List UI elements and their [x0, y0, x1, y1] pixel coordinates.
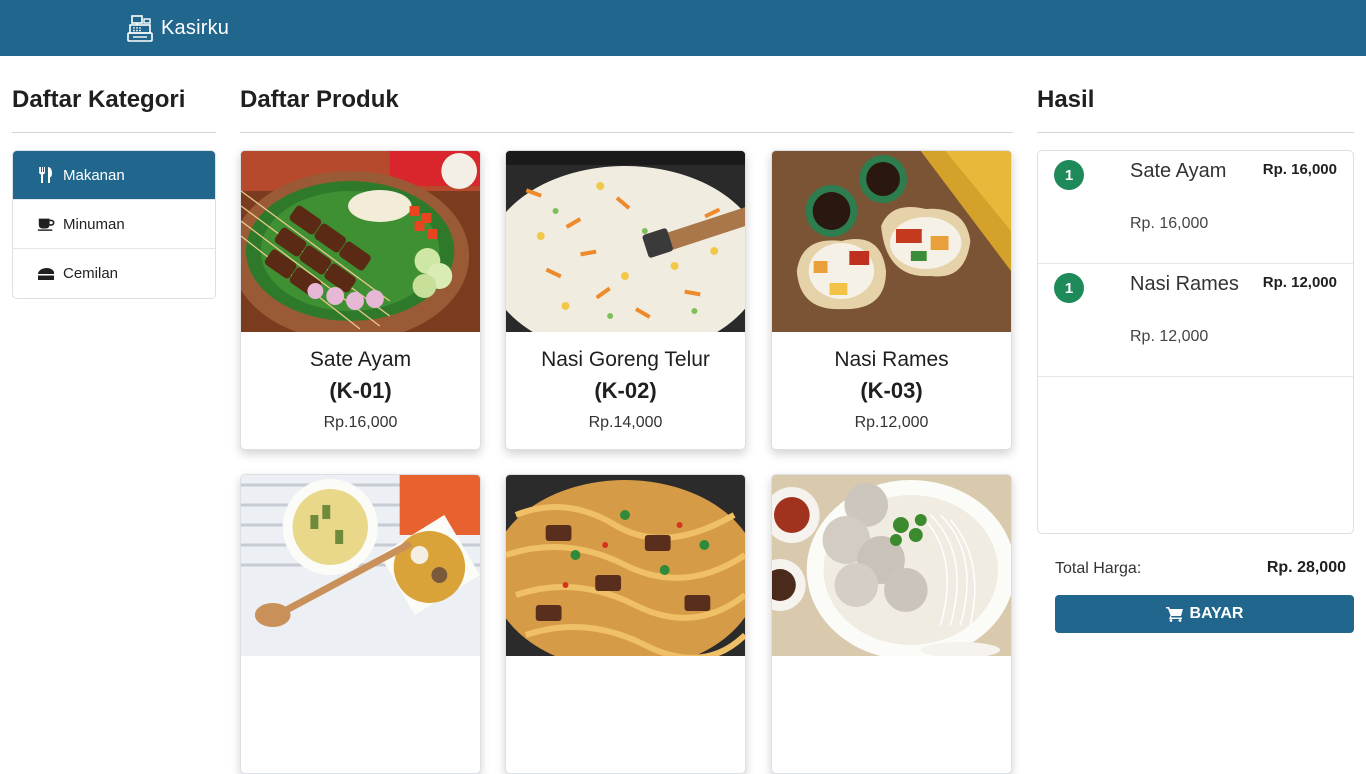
- result-divider: [1037, 132, 1354, 133]
- product-price: Rp.12,000: [854, 414, 929, 431]
- category-list: Makanan Minuman Cemilan: [12, 150, 216, 299]
- product-image-sate-ayam: [241, 151, 480, 332]
- total-label: Total Harga:: [1055, 560, 1142, 577]
- cheese-icon: [37, 265, 55, 283]
- cash-register-icon: [125, 13, 155, 43]
- product-card-nasi-rames[interactable]: Nasi Rames (K-03) Rp.12,000: [771, 150, 1012, 450]
- order-item-nasi-rames[interactable]: 1 Nasi Rames Rp. 12,000 Rp. 12,000: [1038, 264, 1353, 377]
- product-name: Nasi Rames: [834, 348, 949, 371]
- product-code: (K-03): [860, 378, 923, 403]
- product-card-sate-ayam[interactable]: Sate Ayam (K-01) Rp.16,000: [240, 150, 481, 450]
- order-item-total: Rp. 12,000: [1262, 274, 1337, 291]
- result-title: Hasil: [1037, 86, 1095, 113]
- product-image-noodles: [506, 475, 745, 656]
- product-image-soup: [241, 475, 480, 656]
- category-label: Makanan: [63, 166, 125, 184]
- product-card-nasi-goreng-telur[interactable]: Nasi Goreng Telur (K-02) Rp.14,000: [505, 150, 746, 450]
- order-item-sate-ayam[interactable]: 1 Sate Ayam Rp. 16,000 Rp. 16,000: [1038, 151, 1353, 264]
- category-title: Daftar Kategori: [12, 86, 186, 113]
- product-card-4[interactable]: [240, 474, 481, 774]
- utensils-icon: [37, 166, 55, 184]
- coffee-icon: [37, 215, 55, 233]
- product-price: Rp.16,000: [323, 414, 398, 431]
- product-image-bakso: [772, 475, 1011, 656]
- order-item-unit-price: Rp. 12,000: [1130, 328, 1209, 345]
- order-item-name: Sate Ayam: [1130, 160, 1227, 182]
- product-price: Rp.14,000: [588, 414, 663, 431]
- product-title: Daftar Produk: [240, 86, 399, 113]
- order-list: 1 Sate Ayam Rp. 16,000 Rp. 16,000 1 Nasi…: [1037, 150, 1354, 534]
- category-divider: [12, 132, 216, 133]
- category-item-makanan[interactable]: Makanan: [13, 151, 215, 200]
- product-image-nasi-rames: [772, 151, 1011, 332]
- product-divider: [240, 132, 1013, 133]
- category-item-cemilan[interactable]: Cemilan: [13, 249, 215, 298]
- category-item-minuman[interactable]: Minuman: [13, 200, 215, 249]
- brand-name: Kasirku: [161, 16, 230, 39]
- product-card-6[interactable]: [771, 474, 1012, 774]
- product-image-nasi-goreng: [506, 151, 745, 332]
- pay-button-label: BAYAR: [1189, 605, 1244, 622]
- product-code: (K-01): [329, 378, 392, 403]
- brand-link[interactable]: Kasirku: [125, 12, 229, 44]
- product-card-5[interactable]: [505, 474, 746, 774]
- order-item-total: Rp. 16,000: [1262, 161, 1337, 178]
- category-label: Minuman: [63, 215, 125, 233]
- pay-button[interactable]: BAYAR: [1055, 595, 1354, 633]
- category-label: Cemilan: [63, 265, 119, 282]
- order-item-unit-price: Rp. 16,000: [1130, 215, 1209, 232]
- quantity-badge: 1: [1054, 273, 1084, 303]
- product-name: Sate Ayam: [309, 348, 412, 371]
- top-navbar: Kasirku: [0, 0, 1366, 56]
- total-value: Rp. 28,000: [1266, 559, 1346, 576]
- order-item-name: Nasi Rames: [1130, 273, 1239, 295]
- shopping-cart-icon: [1165, 606, 1184, 622]
- quantity-badge: 1: [1054, 160, 1084, 190]
- product-code: (K-02): [594, 378, 657, 403]
- product-name: Nasi Goreng Telur: [541, 348, 710, 371]
